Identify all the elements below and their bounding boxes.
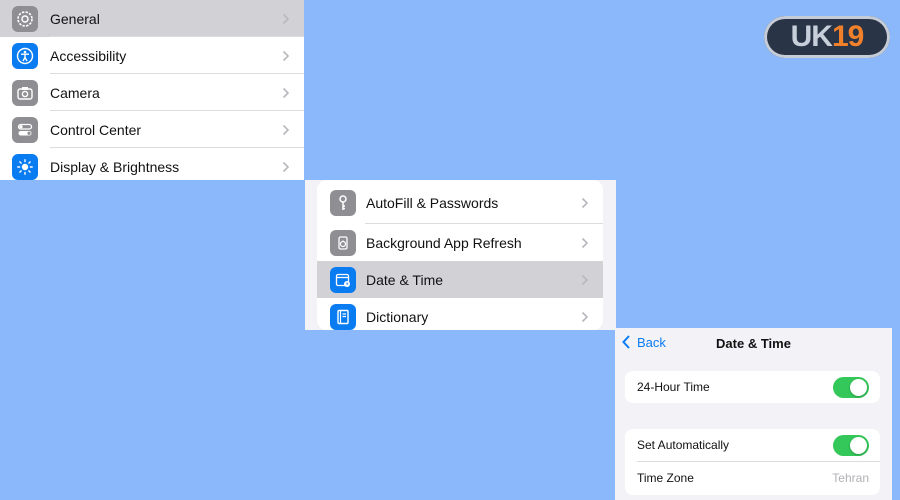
set-automatically-row: Set Automatically [625,429,880,461]
chevron-right-icon [581,274,589,285]
settings-item-control-center[interactable]: Control Center [0,111,304,148]
chevron-right-icon [282,87,290,98]
chevron-right-icon [581,237,589,248]
settings-item-label: Accessibility [50,47,127,64]
general-item-background-app-refresh[interactable]: Background App Refresh [317,224,603,261]
chevron-right-icon [282,124,290,135]
page-title: Date & Time [716,336,791,351]
chevron-right-icon [282,161,290,172]
general-list-panel: AutoFill & Passwords Background App Refr… [305,180,616,330]
hour24-toggle[interactable] [833,376,869,398]
logo-text-left: UK [790,20,833,53]
uk19-logo: UK 19 [764,16,890,58]
date-time-panel: Back Date & Time 24-Hour Time Set Automa… [615,328,892,500]
gear-icon [12,5,38,32]
settings-item-label: Display & Brightness [50,158,180,175]
camera-icon [12,79,38,106]
settings-item-label: Control Center [50,121,142,138]
settings-item-label: General [50,10,100,27]
time-zone-label: Time Zone [637,471,694,485]
set-automatically-label: Set Automatically [637,438,730,452]
settings-item-general[interactable]: General [0,0,304,37]
refresh-app-icon [330,229,356,256]
general-item-autofill-passwords[interactable]: AutoFill & Passwords [317,184,603,221]
general-item-label: Dictionary [366,308,429,325]
general-item-label: Background App Refresh [366,234,522,251]
settings-item-label: Camera [50,84,100,101]
logo-text-right: 19 [831,20,864,53]
nav-bar: Back Date & Time [615,328,892,358]
settings-list-panel: General Accessibility Camera Control Cen… [0,0,304,180]
time-zone-row[interactable]: Time Zone Tehran [625,462,880,494]
auto-time-group: Set Automatically Time Zone Tehran [625,429,880,495]
settings-item-display-brightness[interactable]: Display & Brightness [0,148,304,180]
toggles-icon [12,116,38,143]
general-item-label: Date & Time [366,271,444,288]
general-item-dictionary[interactable]: Dictionary [317,298,603,330]
hour24-label: 24-Hour Time [637,380,710,394]
chevron-right-icon [581,311,589,322]
time-zone-value: Tehran [832,471,869,485]
settings-item-accessibility[interactable]: Accessibility [0,37,304,74]
accessibility-icon [12,42,38,69]
key-icon [330,189,356,216]
settings-item-camera[interactable]: Camera [0,74,304,111]
general-list-card: AutoFill & Passwords Background App Refr… [317,180,603,330]
hour24-group: 24-Hour Time [625,371,880,403]
chevron-right-icon [282,13,290,24]
sun-icon [12,153,38,180]
hour24-row: 24-Hour Time [625,371,880,403]
set-automatically-toggle[interactable] [833,434,869,456]
general-item-date-time[interactable]: Date & Time [317,261,603,298]
chevron-right-icon [581,197,589,208]
chevron-right-icon [282,50,290,61]
calendar-clock-icon [330,266,356,293]
general-item-label: AutoFill & Passwords [366,194,499,211]
book-icon [330,303,356,330]
